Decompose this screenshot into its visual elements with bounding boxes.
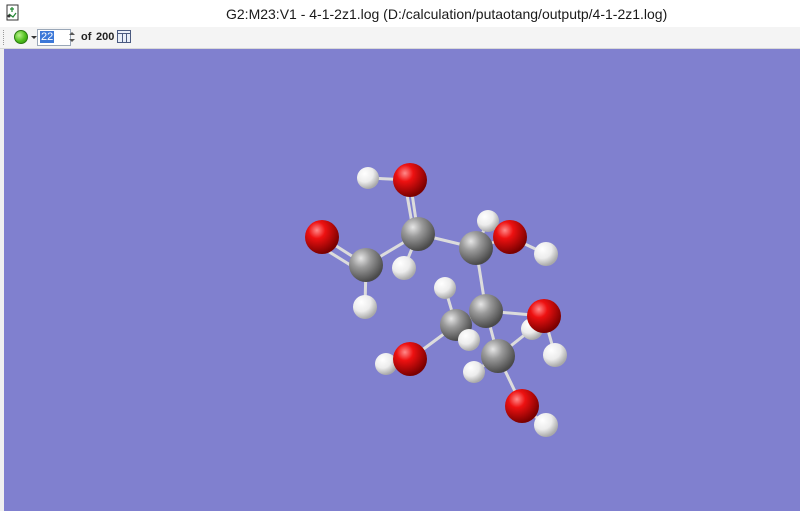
oxygen-atom bbox=[393, 342, 427, 376]
oxygen-atom bbox=[393, 163, 427, 197]
hydrogen-atom bbox=[357, 167, 379, 189]
hydrogen-atom bbox=[458, 329, 480, 351]
oxygen-atom bbox=[527, 299, 561, 333]
atoms bbox=[305, 163, 567, 437]
hydrogen-atom bbox=[434, 277, 456, 299]
bonds bbox=[316, 176, 557, 427]
hydrogen-atom bbox=[534, 242, 558, 266]
carbon-atom bbox=[459, 231, 493, 265]
total-frames-label: 200 bbox=[96, 31, 115, 43]
window-title: G2:M23:V1 - 4-1-2z1.log (D:/calculation/… bbox=[226, 6, 668, 22]
carbon-atom bbox=[469, 294, 503, 328]
toolbar-grip[interactable] bbox=[3, 30, 7, 45]
spinner-up-icon[interactable] bbox=[69, 32, 75, 35]
hydrogen-atom bbox=[534, 413, 558, 437]
molecule-viewport[interactable] bbox=[4, 49, 800, 511]
hydrogen-atom bbox=[353, 295, 377, 319]
play-icon[interactable] bbox=[14, 30, 28, 44]
of-label: of bbox=[81, 31, 92, 43]
hydrogen-atom bbox=[543, 343, 567, 367]
hydrogen-atom bbox=[392, 256, 416, 280]
app-icon bbox=[6, 4, 19, 21]
spinner-icon[interactable] bbox=[68, 29, 76, 45]
carbon-atom bbox=[401, 217, 435, 251]
oxygen-atom bbox=[305, 220, 339, 254]
frame-number-input[interactable]: 22 bbox=[37, 29, 71, 46]
carbon-atom bbox=[349, 248, 383, 282]
title-bar: G2:M23:V1 - 4-1-2z1.log (D:/calculation/… bbox=[0, 0, 800, 28]
frame-toolbar: 22 of 200 bbox=[0, 27, 800, 49]
molecule-view[interactable] bbox=[4, 49, 800, 511]
spinner-down-icon[interactable] bbox=[69, 39, 75, 42]
oxygen-atom bbox=[505, 389, 539, 423]
oxygen-atom bbox=[493, 220, 527, 254]
table-icon[interactable] bbox=[117, 30, 131, 43]
carbon-atom bbox=[481, 339, 515, 373]
hydrogen-atom bbox=[463, 361, 485, 383]
